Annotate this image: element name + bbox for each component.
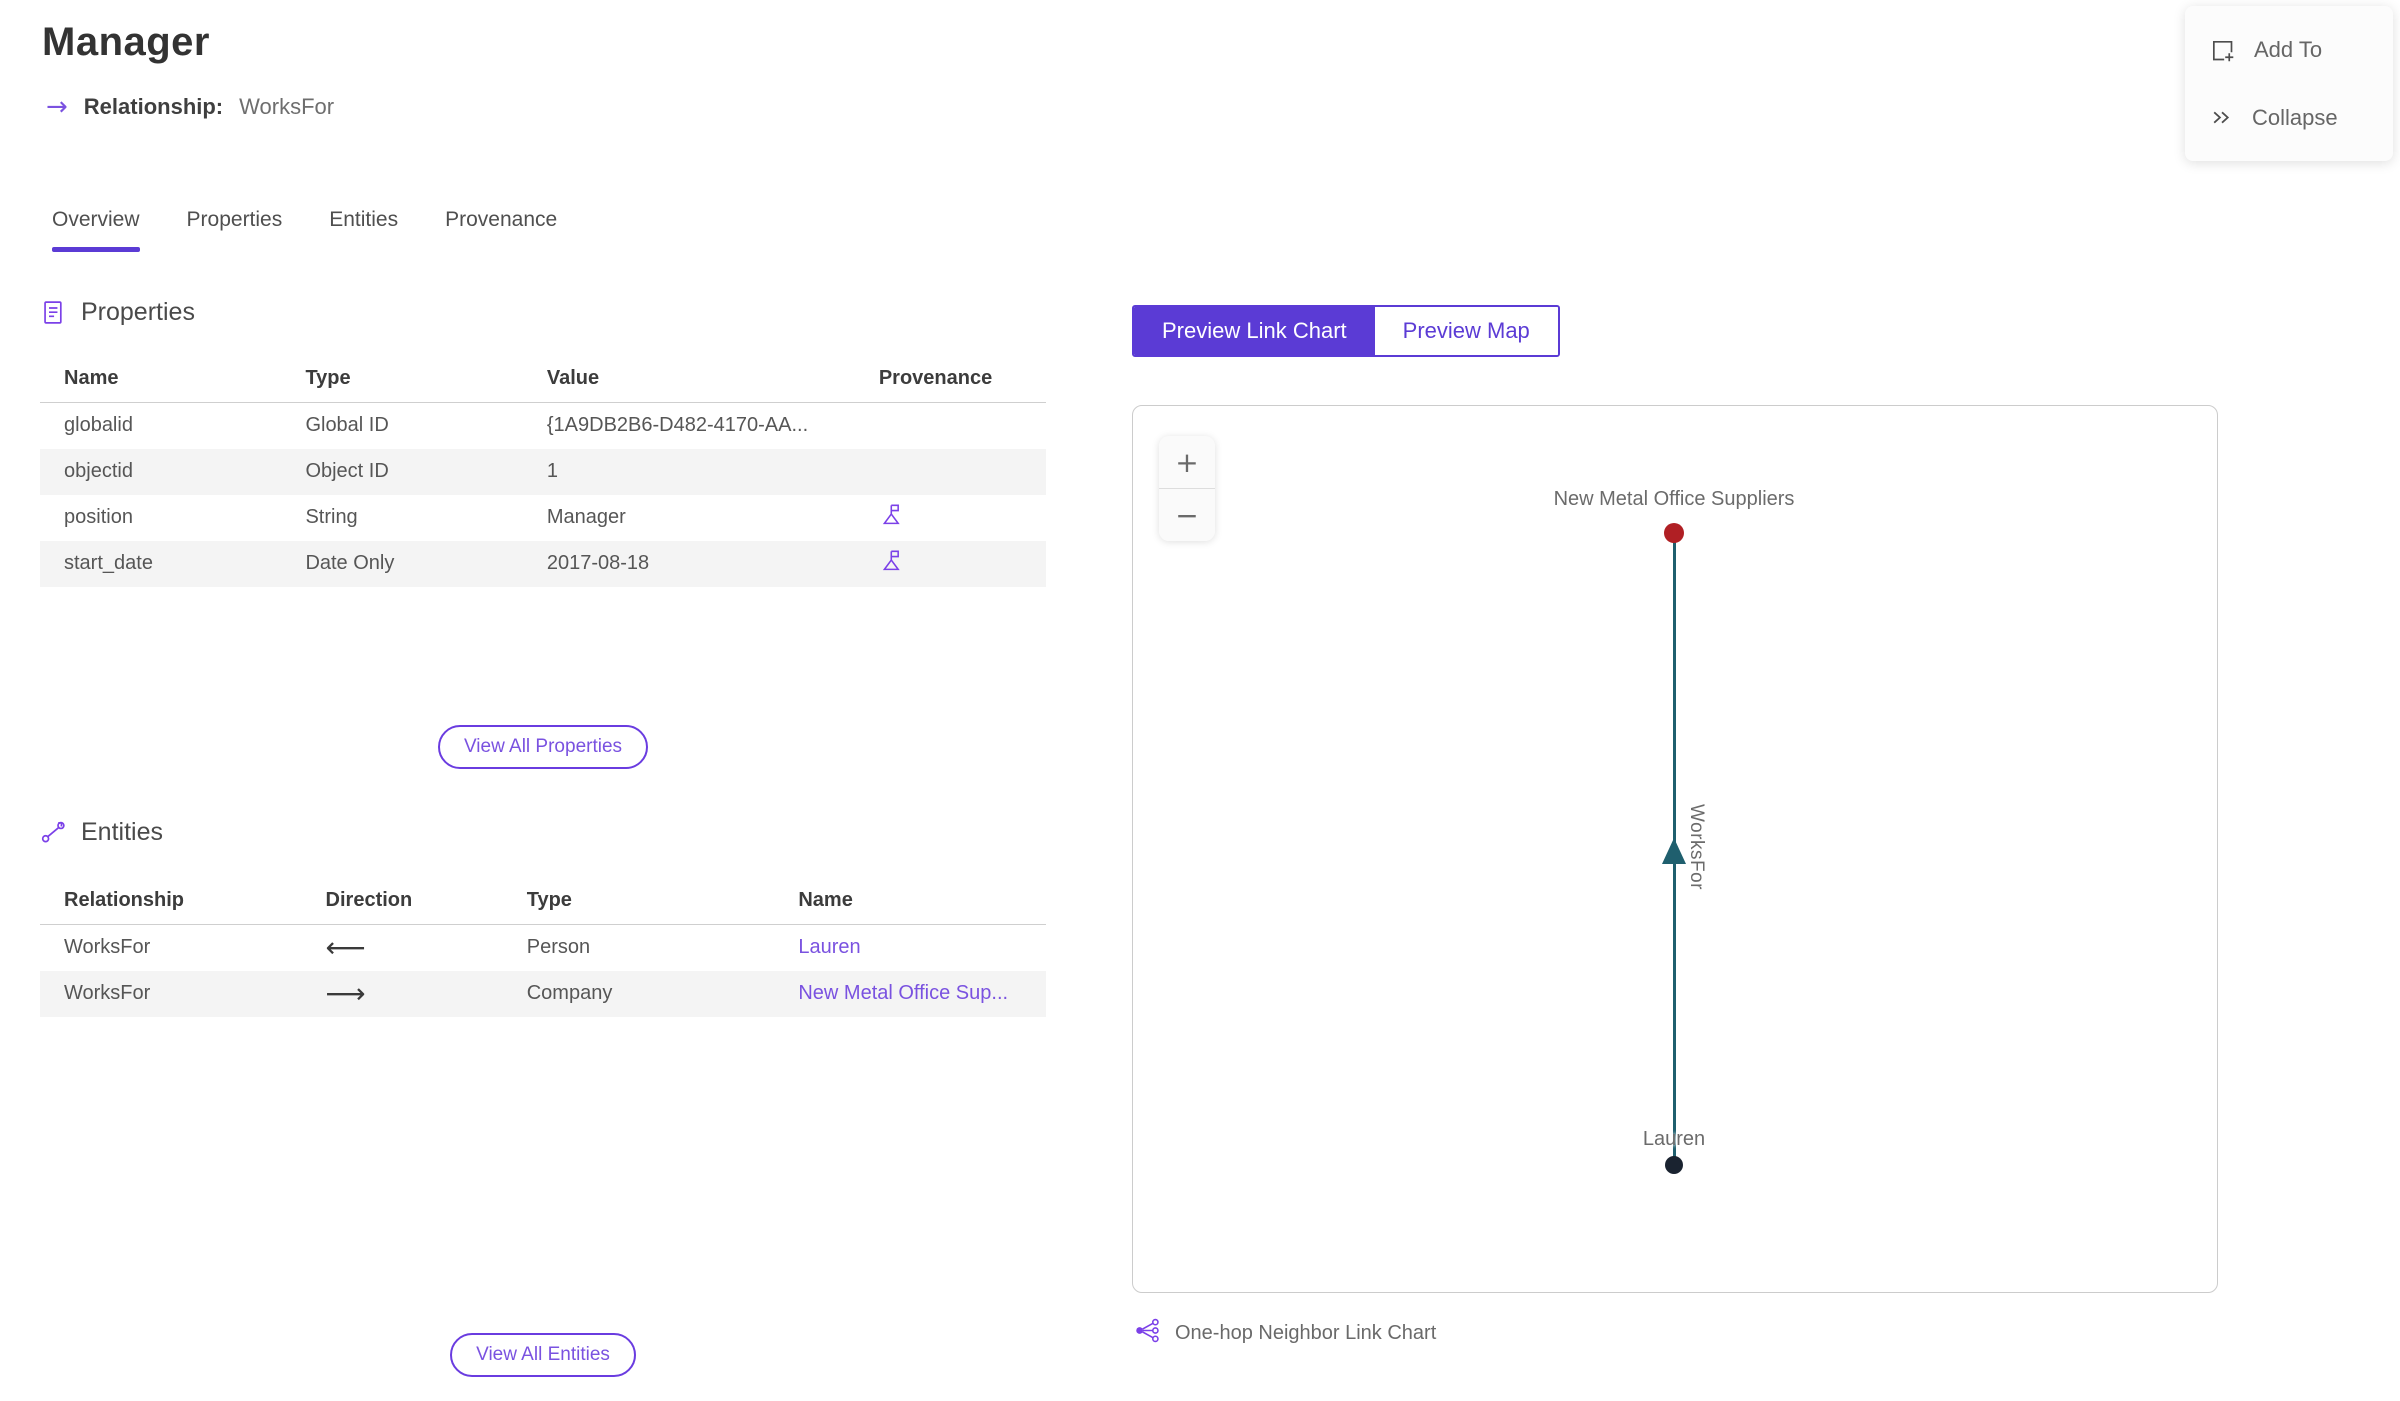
collapse-label: Collapse xyxy=(2252,104,2338,130)
properties-section-header: Properties xyxy=(40,298,1046,327)
relationship-value: WorksFor xyxy=(239,94,335,119)
prop-type: Object ID xyxy=(281,448,523,495)
prop-value: Manager xyxy=(546,506,626,528)
col-header-type: Type xyxy=(281,357,523,403)
node-dot-company[interactable] xyxy=(1664,523,1684,543)
provenance-flag-icon[interactable] xyxy=(879,550,904,578)
tab-properties[interactable]: Properties xyxy=(187,208,283,252)
relationship-subtitle: → Relationship: WorksFor xyxy=(46,92,334,122)
entities-table: Relationship Direction Type Name WorksFo… xyxy=(40,879,1046,1017)
entities-section: Entities Relationship Direction Type Nam… xyxy=(40,818,1046,1017)
table-row: position String Manager xyxy=(40,495,1046,541)
relationship-detail-page: Manager → Relationship: WorksFor Overvie… xyxy=(0,0,2400,1401)
view-all-entities-button[interactable]: View All Entities xyxy=(450,1333,636,1377)
properties-section-title: Properties xyxy=(81,298,195,326)
properties-section: Properties Name Type Value Provenance gl… xyxy=(40,298,1046,587)
table-row: start_date Date Only 2017-08-18 xyxy=(40,540,1046,587)
prop-type: Global ID xyxy=(305,414,389,437)
chart-caption: One-hop Neighbor Link Chart xyxy=(1132,1317,2218,1350)
one-hop-link-chart-icon xyxy=(1134,1317,1161,1350)
prop-name: globalid xyxy=(64,414,133,437)
prop-provenance xyxy=(855,403,1046,449)
page-title: Manager xyxy=(42,20,210,64)
node-label-person: Lauren xyxy=(1642,1128,1706,1150)
prop-name: start_date xyxy=(40,540,282,587)
view-all-properties-button[interactable]: View All Properties xyxy=(437,725,649,769)
tab-entities[interactable]: Entities xyxy=(329,208,398,252)
entity-link-lauren[interactable]: Lauren xyxy=(798,936,860,958)
node-dot-person[interactable] xyxy=(1665,1156,1683,1174)
direction-left-arrow-icon: ⟵ xyxy=(325,931,366,965)
zoom-in-button[interactable]: + xyxy=(1159,436,1215,488)
properties-table-header: Name Type Value Provenance xyxy=(40,357,1046,403)
prop-value: {1A9DB2B6-D482-4170-AA... xyxy=(546,414,809,437)
preview-toggle-group: Preview Link Chart Preview Map xyxy=(1132,305,1560,357)
provenance-flag-icon[interactable] xyxy=(879,504,904,532)
col-header-relationship: Relationship xyxy=(40,879,302,925)
prop-provenance xyxy=(854,448,1046,495)
floating-action-panel: Add To Collapse xyxy=(2185,6,2393,161)
col-header-name: Name xyxy=(774,879,1046,925)
col-header-name: Name xyxy=(40,357,282,403)
tab-overview[interactable]: Overview xyxy=(52,208,140,252)
entity-link-company[interactable]: New Metal Office Sup... xyxy=(798,982,1008,1004)
col-header-direction: Direction xyxy=(301,879,503,925)
ent-type: Person xyxy=(526,936,591,959)
table-row: WorksFor ⟵ Person Lauren xyxy=(40,925,1046,971)
col-header-value: Value xyxy=(522,357,855,403)
table-row: WorksFor ⟶ Company New Metal Office Sup.… xyxy=(40,970,1046,1017)
zoom-controls: + − xyxy=(1159,436,1215,541)
prop-type: String xyxy=(305,506,358,528)
edge-label: WorksFor xyxy=(1686,804,1707,890)
col-header-type: Type xyxy=(502,879,775,925)
prop-value: 2017-08-18 xyxy=(522,540,855,587)
zoom-out-button[interactable]: − xyxy=(1159,489,1215,541)
relationship-label: Relationship: xyxy=(83,94,224,119)
entities-graph-icon xyxy=(40,819,67,846)
prop-type: Date Only xyxy=(281,540,523,587)
chart-caption-text: One-hop Neighbor Link Chart xyxy=(1175,1322,1437,1344)
double-chevron-right-icon xyxy=(2209,105,2234,130)
link-chart-canvas[interactable]: + − WorksFor New Metal Office Suppliers … xyxy=(1132,405,2218,1293)
table-row: globalid Global ID {1A9DB2B6-D482-4170-A… xyxy=(40,403,1046,449)
properties-icon xyxy=(40,299,67,326)
entities-section-title: Entities xyxy=(81,818,163,846)
relationship-arrow-icon: → xyxy=(46,92,68,122)
tab-bar: Overview Properties Entities Provenance xyxy=(52,208,557,252)
tab-provenance[interactable]: Provenance xyxy=(445,208,557,252)
ent-relationship: WorksFor xyxy=(40,970,302,1017)
direction-right-arrow-icon: ⟶ xyxy=(325,977,366,1010)
add-to-label: Add To xyxy=(2254,37,2323,62)
preview-column: Preview Link Chart Preview Map + − Works… xyxy=(1132,305,2218,1350)
collapse-button[interactable]: Collapse xyxy=(2209,105,2393,131)
preview-map-button[interactable]: Preview Map xyxy=(1374,307,1558,355)
prop-name: position xyxy=(64,506,133,528)
prop-name: objectid xyxy=(40,448,282,495)
prop-provenance xyxy=(854,540,1046,587)
ent-type: Company xyxy=(502,970,775,1017)
col-header-provenance: Provenance xyxy=(854,357,1046,403)
prop-value: 1 xyxy=(522,448,855,495)
entities-table-header: Relationship Direction Type Name xyxy=(40,879,1046,925)
table-row: objectid Object ID 1 xyxy=(40,448,1046,495)
entities-section-header: Entities xyxy=(40,818,1046,847)
preview-link-chart-button[interactable]: Preview Link Chart xyxy=(1134,307,1375,355)
properties-table: Name Type Value Provenance globalid Glob… xyxy=(40,357,1046,587)
node-label-company: New Metal Office Suppliers xyxy=(1553,488,1795,510)
add-to-button[interactable]: Add To xyxy=(2209,37,2393,64)
edge-arrowhead-icon xyxy=(1662,838,1686,864)
prop-provenance xyxy=(855,495,1046,541)
ent-relationship: WorksFor xyxy=(64,936,151,959)
add-to-icon xyxy=(2209,37,2236,64)
